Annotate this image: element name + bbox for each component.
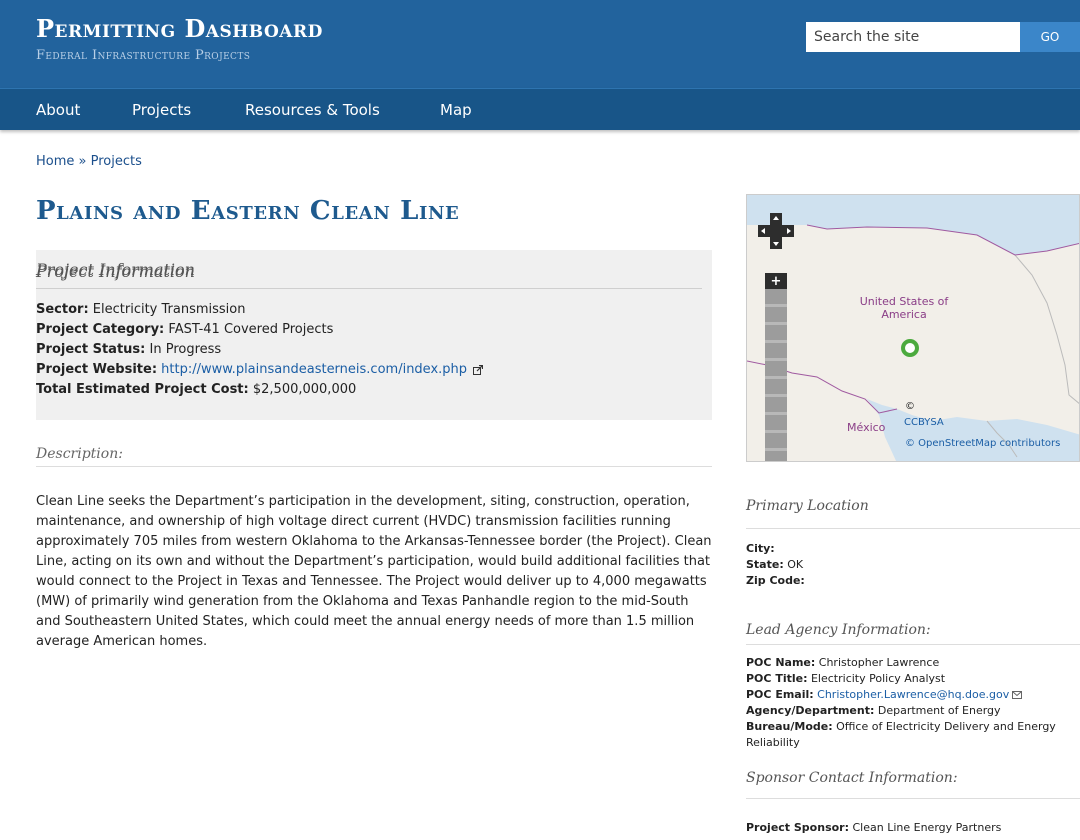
map-attribution-symbol: © xyxy=(905,401,915,412)
site-title[interactable]: Permitting Dashboard xyxy=(36,14,323,43)
main-nav: About Projects Resources & Tools Map xyxy=(0,88,1080,130)
search-placeholder: Search the site xyxy=(814,29,920,45)
sector-value: Electricity Transmission xyxy=(92,302,246,317)
description-divider xyxy=(36,466,712,467)
cost-label: Total Estimated Project Cost: xyxy=(36,382,249,397)
poc-name-row: POC Name: Christopher Lawrence xyxy=(746,655,1080,671)
zip-label: Zip Code: xyxy=(746,574,805,587)
poc-email-label: POC Email: xyxy=(746,688,814,701)
state-label: State: xyxy=(746,558,784,571)
search-go-button[interactable]: GO xyxy=(1020,22,1080,52)
status-row: Project Status: In Progress xyxy=(36,340,483,360)
site-subtitle: Federal Infrastructure Projects xyxy=(36,48,251,63)
breadcrumb-home[interactable]: Home xyxy=(36,154,74,169)
agency-row: Agency/Department: Department of Energy xyxy=(746,703,1080,719)
sponsor-label: Project Sponsor: xyxy=(746,821,849,834)
poc-email-link[interactable]: Christopher.Lawrence@hq.doe.gov xyxy=(817,688,1009,701)
nav-item-resources-tools[interactable]: Resources & Tools xyxy=(245,89,380,131)
sector-label: Sector: xyxy=(36,302,89,317)
description-heading: Description: xyxy=(36,446,123,462)
external-link-icon xyxy=(473,364,484,375)
zoom-slider[interactable] xyxy=(765,289,787,461)
map-label-us: United States of America xyxy=(859,295,949,321)
project-info-heading-text: Project Information xyxy=(36,262,195,281)
lead-agency-heading: Lead Agency Information: xyxy=(746,622,931,638)
nav-item-map[interactable]: Map xyxy=(440,89,472,131)
city-row: City: xyxy=(746,541,1080,557)
map-label-mexico: México xyxy=(847,421,886,434)
sponsor-fields: Project Sponsor: Clean Line Energy Partn… xyxy=(746,820,1080,836)
map-attribution-osm[interactable]: © OpenStreetMap contributors xyxy=(905,438,1060,449)
state-value: OK xyxy=(787,558,804,571)
website-link[interactable]: http://www.plainsandeasterneis.com/index… xyxy=(161,362,467,377)
primary-location-divider xyxy=(746,528,1080,529)
category-row: Project Category: FAST-41 Covered Projec… xyxy=(36,320,483,340)
primary-location-heading: Primary Location xyxy=(746,498,869,514)
sponsor-heading: Sponsor Contact Information: xyxy=(746,770,958,786)
poc-title-row: POC Title: Electricity Policy Analyst xyxy=(746,671,1080,687)
project-location-marker[interactable] xyxy=(901,339,919,357)
page-title: Plains and Eastern Clean Line xyxy=(36,196,460,226)
sponsor-row: Project Sponsor: Clean Line Energy Partn… xyxy=(746,820,1080,836)
site-header: Permitting Dashboard Federal Infrastruct… xyxy=(0,0,1080,88)
cost-value: $2,500,000,000 xyxy=(252,382,357,397)
zoom-in-button[interactable]: + xyxy=(765,273,787,289)
cost-row: Total Estimated Project Cost: $2,500,000… xyxy=(36,380,483,400)
nav-item-projects[interactable]: Projects xyxy=(132,89,191,131)
state-row: State: OK xyxy=(746,557,1080,573)
bureau-label: Bureau/Mode: xyxy=(746,720,833,733)
category-label: Project Category: xyxy=(36,322,165,337)
sponsor-divider xyxy=(746,798,1080,799)
agency-label: Agency/Department: xyxy=(746,704,875,717)
agency-value: Department of Energy xyxy=(877,704,1001,717)
lead-agency-fields: POC Name: Christopher Lawrence POC Title… xyxy=(746,655,1080,751)
poc-name-label: POC Name: xyxy=(746,656,816,669)
zip-row: Zip Code: xyxy=(746,573,1080,589)
poc-email-row: POC Email: Christopher.Lawrence@hq.doe.g… xyxy=(746,687,1080,703)
primary-location-fields: City: State: OK Zip Code: xyxy=(746,541,1080,589)
project-map[interactable]: + United States of America © México CCBY… xyxy=(746,194,1080,462)
breadcrumb: Home » Projects xyxy=(36,154,142,169)
status-label: Project Status: xyxy=(36,342,146,357)
website-row: Project Website: http://www.plainsandeas… xyxy=(36,360,484,380)
website-label: Project Website: xyxy=(36,362,158,377)
mail-icon xyxy=(1012,691,1023,699)
status-value: In Progress xyxy=(149,342,222,357)
lead-agency-divider xyxy=(746,644,1080,645)
breadcrumb-current[interactable]: Projects xyxy=(91,154,142,169)
city-label: City: xyxy=(746,542,775,555)
breadcrumb-separator: » xyxy=(78,154,87,169)
poc-name-value: Christopher Lawrence xyxy=(818,656,940,669)
sector-row: Sector: Electricity Transmission xyxy=(36,300,483,320)
map-attribution-license[interactable]: CCBYSA xyxy=(904,417,944,428)
category-value: FAST-41 Covered Projects xyxy=(168,322,334,337)
nav-item-about[interactable]: About xyxy=(36,89,80,131)
map-pan-control[interactable] xyxy=(758,213,794,249)
project-info-fields: Sector: Electricity Transmission Project… xyxy=(36,300,484,400)
bureau-row: Bureau/Mode: Office of Electricity Deliv… xyxy=(746,719,1080,751)
poc-title-value: Electricity Policy Analyst xyxy=(810,672,946,685)
project-info-divider xyxy=(36,288,702,289)
sponsor-value: Clean Line Energy Partners xyxy=(852,821,1002,834)
description-text: Clean Line seeks the Department’s partic… xyxy=(36,494,712,649)
search-input[interactable]: Search the site xyxy=(806,22,1020,52)
poc-title-label: POC Title: xyxy=(746,672,808,685)
